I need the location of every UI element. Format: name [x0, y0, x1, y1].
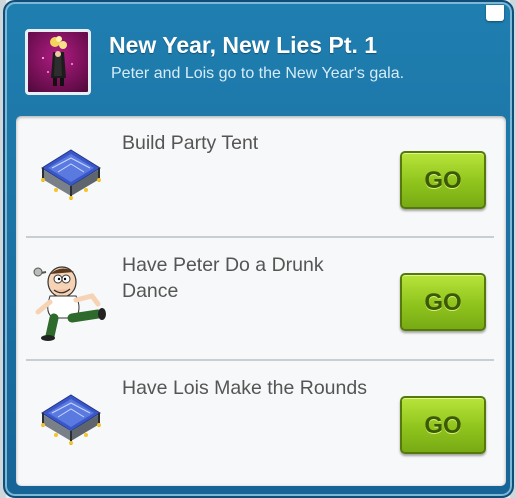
task-label: Have Peter Do a Drunk Dance — [122, 254, 324, 302]
go-button[interactable]: GO — [400, 151, 486, 209]
go-button[interactable]: GO — [400, 273, 486, 331]
go-button[interactable]: GO — [400, 396, 486, 454]
task-row: Build Party Tent GO — [16, 116, 506, 238]
go-button-label: GO — [424, 167, 462, 194]
go-button-label: GO — [424, 289, 462, 316]
quest-title: New Year, New Lies Pt. 1 — [109, 32, 378, 58]
quest-icon — [25, 29, 91, 95]
task-list: Build Party Tent GO Have Peter Do a Drun… — [16, 116, 506, 486]
task-label: Have Lois Make the Rounds — [122, 377, 367, 399]
task-label: Build Party Tent — [122, 132, 259, 154]
party-tent-icon — [41, 394, 101, 445]
go-button-label: GO — [424, 412, 462, 439]
quest-dialog: New Year, New Lies Pt. 1 Peter and Lois … — [3, 0, 514, 498]
quest-description: Peter and Lois go to the New Year's gala… — [111, 65, 405, 82]
champagne-couple-icon — [42, 36, 73, 86]
party-tent-icon — [41, 149, 101, 200]
peter-dancing-icon — [33, 266, 106, 341]
task-row: Have Lois Make the Rounds GO — [16, 361, 506, 483]
task-row: Have Peter Do a Drunk Dance GO — [16, 238, 506, 360]
close-button[interactable] — [486, 5, 504, 21]
